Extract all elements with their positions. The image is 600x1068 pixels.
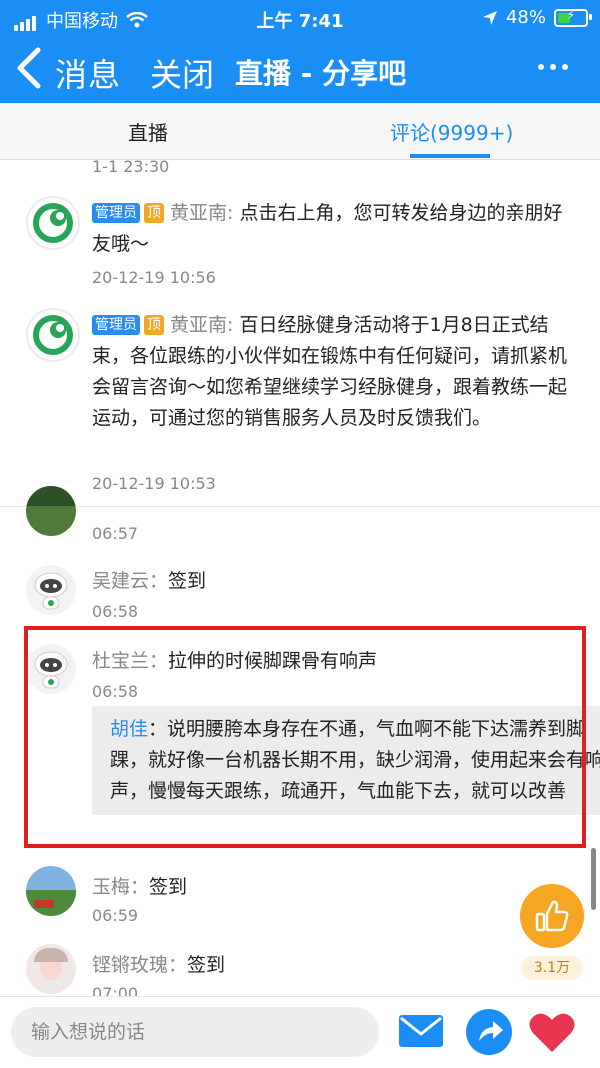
thumbs-up-icon [535, 900, 569, 932]
user-avatar [26, 944, 76, 994]
comment-time: 06:59 [92, 906, 139, 925]
comment-text: 签到 [187, 954, 226, 976]
highlight-box [24, 626, 586, 848]
comment-input[interactable]: 输入想说的话 [11, 1007, 379, 1057]
comment-time: 06:57 [92, 524, 139, 543]
like-button[interactable] [520, 884, 584, 948]
wifi-icon [126, 12, 148, 28]
pinned-comment: 管理员顶 黄亚南: 点击右上角，您可转发给身边的亲朋好友哦～ [92, 198, 572, 260]
battery-charging-icon: ⚡ [554, 8, 592, 27]
carrier-label: 中国移动 [46, 11, 118, 32]
comment-time: 20-12-19 10:56 [92, 268, 216, 287]
back-chevron-icon[interactable] [12, 46, 46, 90]
status-bar: 上午 7:41 中国移动 48% ⚡ [0, 0, 600, 36]
admin-avatar [26, 308, 80, 362]
admin-badge: 管理员 [92, 203, 140, 223]
close-button[interactable]: 关闭 [150, 50, 214, 96]
commenter-name: 玉梅 [92, 876, 131, 898]
name-separator: ： [149, 570, 169, 592]
comment-time: 07:00 [92, 984, 139, 996]
comment-line: 吴建云：签到 [92, 566, 206, 593]
robot-avatar [26, 565, 76, 615]
commenter-name: 铿锵玫瑰 [92, 954, 169, 976]
pinned-comment: 管理员顶 黄亚南: 百日经脉健身活动将于1月8日正式结束，各位跟练的小伙伴如在锻… [92, 310, 572, 434]
comment-line: 铿锵玫瑰：签到 [92, 950, 225, 977]
nav-bar: 消息 关闭 直播 - 分享吧 [0, 36, 600, 103]
comment-line: 玉梅：签到 [92, 872, 187, 899]
top-badge: 顶 [144, 315, 164, 335]
back-button[interactable]: 消息 [55, 50, 121, 96]
battery-percent: 48% [505, 7, 546, 28]
commenter-name: 黄亚南: [170, 314, 234, 336]
scrollbar[interactable] [591, 848, 596, 910]
comment-text: 签到 [168, 570, 207, 592]
signal-bars-icon [14, 10, 38, 31]
tab-bar: 直播 评论(9999+) [0, 103, 600, 160]
comment-time: 1-1 23:30 [92, 160, 170, 176]
active-tab-indicator [410, 154, 490, 158]
location-arrow-icon [482, 10, 497, 25]
mail-icon[interactable] [397, 1012, 445, 1050]
name-separator: ： [168, 954, 188, 976]
admin-badge: 管理员 [92, 315, 140, 335]
like-count: 3.1万 [521, 956, 583, 980]
comment-text: 签到 [149, 876, 188, 898]
comment-time: 20-12-19 10:53 [92, 474, 216, 493]
tab-comments[interactable]: 评论(9999+) [390, 117, 513, 146]
comment-time: 06:58 [92, 602, 139, 621]
comment-text: 百日经脉健身活动将于1月8日正式结束，各位跟练的小伙伴如在锻炼中有任何疑问，请抓… [92, 314, 568, 429]
tab-live[interactable]: 直播 [128, 117, 168, 146]
page-title: 直播 - 分享吧 [235, 57, 407, 90]
heart-icon[interactable] [528, 1010, 576, 1054]
pinned-divider [0, 506, 600, 507]
bottom-bar: 输入想说的话 [0, 996, 600, 1068]
comment-list[interactable]: 1-1 23:30 管理员顶 黄亚南: 点击右上角，您可转发给身边的亲朋好友哦～… [0, 160, 600, 996]
top-badge: 顶 [144, 203, 164, 223]
more-dots-icon[interactable] [538, 64, 568, 70]
commenter-name: 黄亚南: [170, 202, 234, 224]
admin-avatar [26, 196, 80, 250]
share-icon[interactable] [465, 1008, 513, 1056]
user-avatar [26, 486, 76, 536]
commenter-name: 吴建云 [92, 570, 150, 592]
name-separator: ： [130, 876, 150, 898]
user-avatar [26, 866, 76, 916]
